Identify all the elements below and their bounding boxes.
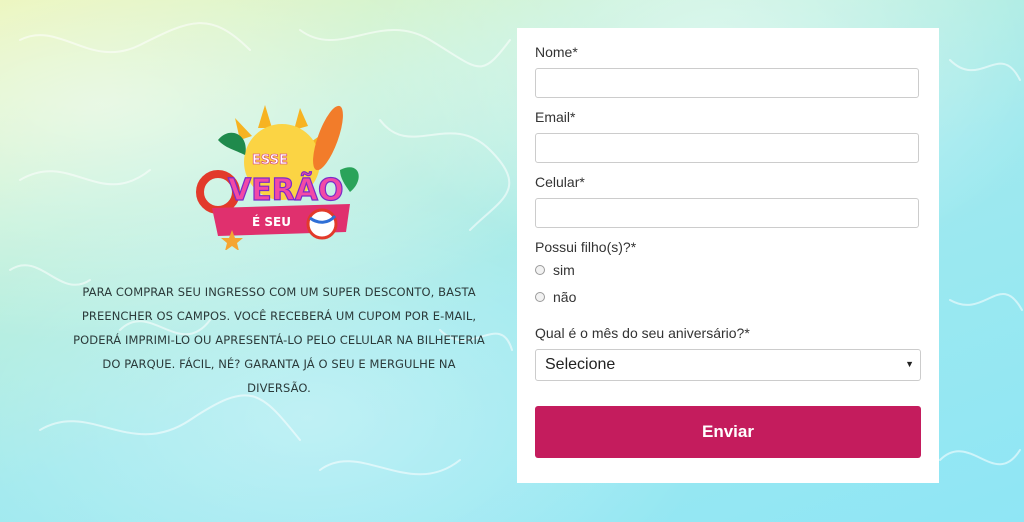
children-label: Possui filho(s)?* <box>535 239 637 255</box>
birthday-select-value: Selecione <box>545 356 616 373</box>
radio-icon[interactable] <box>535 292 545 302</box>
logo-text-1: ESSE <box>252 153 288 168</box>
birthday-select[interactable]: Selecione ▼ <box>535 349 921 381</box>
birthday-label: Qual é o mês do seu aniversário?* <box>535 325 750 341</box>
phone-label: Celular* <box>535 174 585 190</box>
submit-button[interactable]: Enviar <box>535 406 921 458</box>
intro-text: Para comprar seu ingresso com um super d… <box>73 285 485 395</box>
email-field[interactable] <box>535 133 919 163</box>
signup-form: Nome* Email* Celular* Possui filho(s)?* … <box>517 28 939 483</box>
radio-label: sim <box>553 262 575 278</box>
radio-icon[interactable] <box>535 265 545 275</box>
phone-field[interactable] <box>535 198 919 228</box>
logo-text-3: É SEU <box>252 214 291 229</box>
email-label: Email* <box>535 109 576 125</box>
name-field[interactable] <box>535 68 919 98</box>
radio-label: não <box>553 289 577 305</box>
caret-down-icon: ▼ <box>905 359 914 369</box>
summer-logo: ESSE VERÃO É SEU <box>190 100 370 251</box>
children-option-nao[interactable]: não <box>535 289 576 305</box>
sun-logo-icon: ESSE VERÃO É SEU <box>196 105 359 251</box>
children-option-sim[interactable]: sim <box>535 262 575 278</box>
name-label: Nome* <box>535 44 578 60</box>
logo-text-2: VERÃO <box>228 171 344 208</box>
